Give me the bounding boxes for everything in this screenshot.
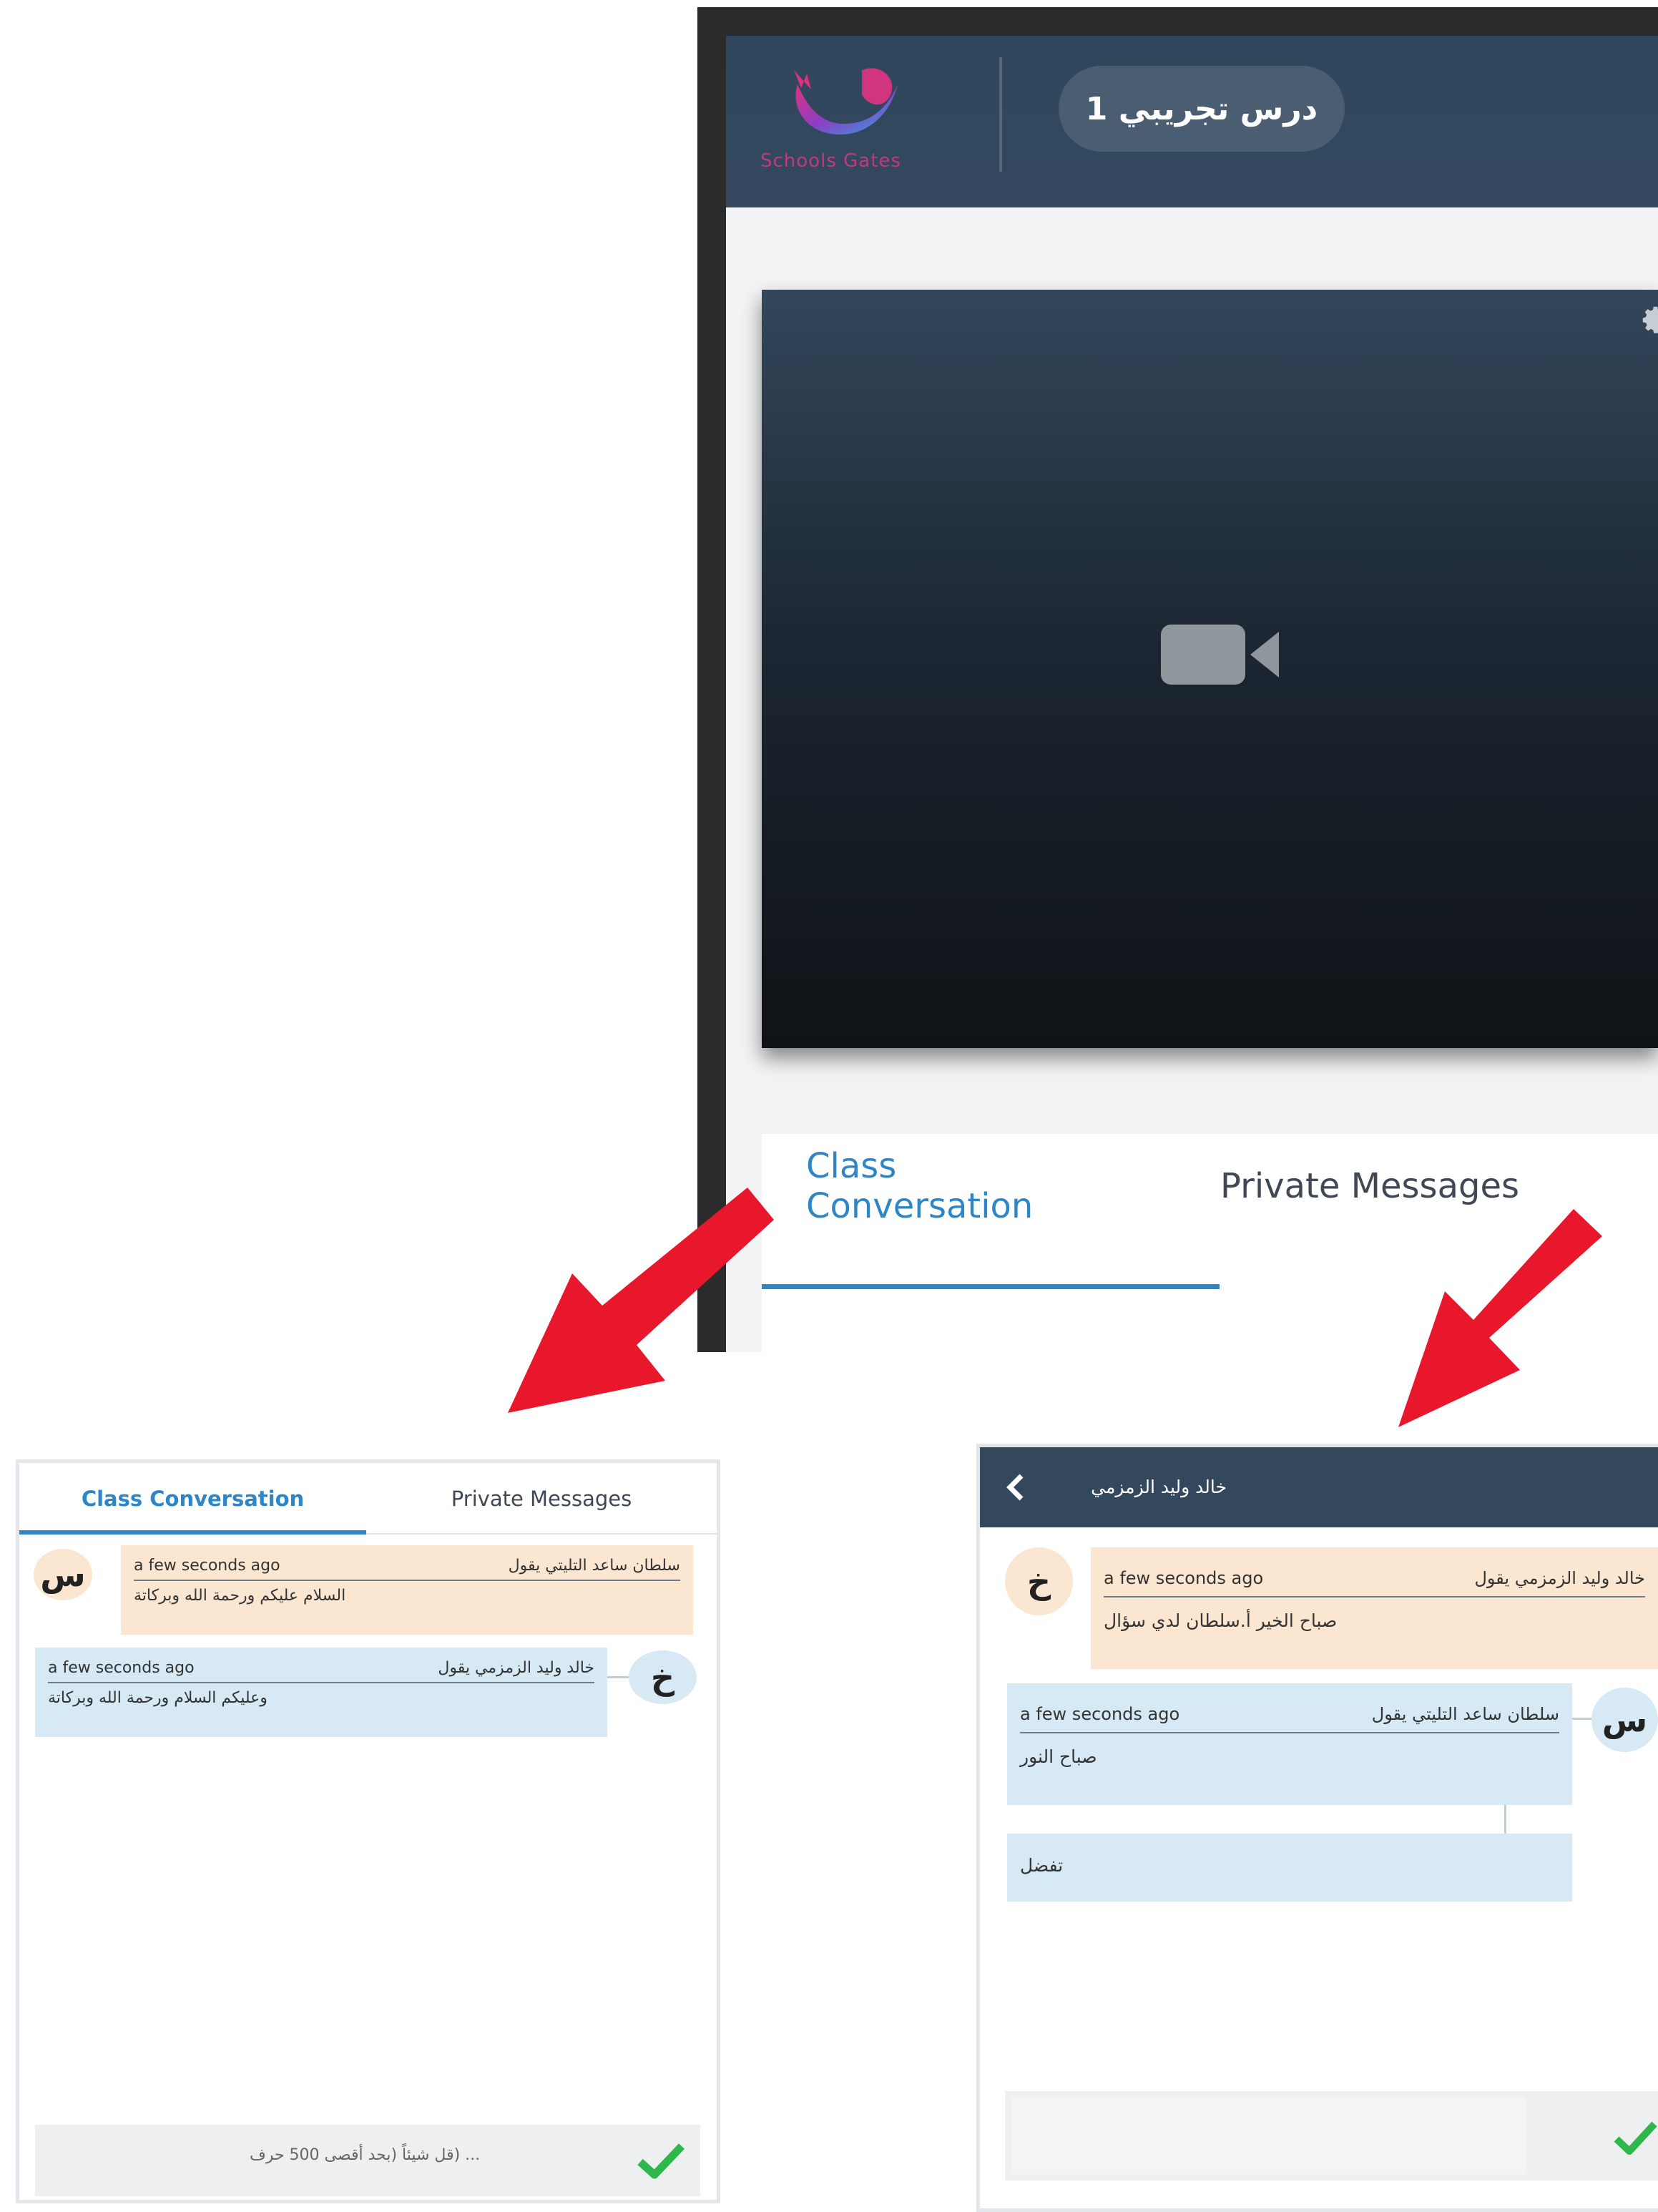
main-tabs-bar: Class Conversation Private Messages xyxy=(762,1134,1658,1352)
input-placeholder: ... (قل شيئاً (بحد أقصى 500 حرف xyxy=(250,2146,481,2164)
message-input[interactable]: ... (قل شيئاً (بحد أقصى 500 حرف xyxy=(35,2125,700,2196)
send-check-icon[interactable] xyxy=(1613,2118,1658,2158)
avatar: س xyxy=(34,1549,92,1600)
chat-message: a few seconds ago خالد وليد الزمزمي يقول… xyxy=(1091,1547,1658,1669)
message-time: a few seconds ago xyxy=(48,1658,195,1677)
message-connector xyxy=(1504,1805,1506,1834)
gear-icon[interactable] xyxy=(1640,304,1658,336)
app-header: Schools Gates درس تجريبي 1 xyxy=(726,36,1658,207)
conversation-title: خالد وليد الزمزمي xyxy=(1091,1476,1227,1497)
message-text: صباح النور xyxy=(1020,1746,1097,1767)
message-connector xyxy=(1572,1718,1594,1720)
tab-private-messages[interactable]: Private Messages xyxy=(1220,1155,1520,1216)
chat-message: تفضل xyxy=(1007,1834,1572,1902)
video-player[interactable] xyxy=(762,290,1658,1048)
video-camera-icon xyxy=(1161,619,1282,690)
chat-message: a few seconds ago سلطان ساعد التليتي يقو… xyxy=(121,1545,693,1635)
message-input[interactable] xyxy=(1011,2097,1526,2174)
logo-text: Schools Gates xyxy=(760,150,901,172)
app-window: Schools Gates درس تجريبي 1 Class Convers… xyxy=(726,36,1658,1352)
private-messages-panel: خالد وليد الزمزمي خ a few seconds ago خا… xyxy=(976,1444,1658,2212)
tab-class-conversation[interactable]: Class Conversation xyxy=(806,1146,1114,1226)
message-input-bar xyxy=(1005,2091,1658,2181)
tab-private-messages[interactable]: Private Messages xyxy=(366,1463,717,1535)
avatar: س xyxy=(1591,1688,1658,1752)
send-check-icon[interactable] xyxy=(636,2140,686,2181)
message-text: تفضل xyxy=(1020,1855,1064,1876)
panel-tabs: Class Conversation Private Messages xyxy=(19,1463,717,1535)
tab-class-conversation[interactable]: Class Conversation xyxy=(19,1463,366,1535)
active-tab-indicator xyxy=(762,1284,1220,1289)
message-text: وعليكم السلام ورحمة الله وبركاتة xyxy=(48,1689,268,1707)
header-divider xyxy=(999,57,1002,172)
chevron-left-icon[interactable] xyxy=(1001,1472,1030,1503)
message-text: السلام عليكم ورحمة الله وبركاتة xyxy=(134,1587,346,1605)
message-sender: خالد وليد الزمزمي يقول xyxy=(1474,1568,1645,1588)
course-title-pill[interactable]: درس تجريبي 1 xyxy=(1059,66,1345,152)
avatar: خ xyxy=(1005,1547,1073,1615)
class-conversation-panel: Class Conversation Private Messages س a … xyxy=(16,1459,720,2203)
chat-message: a few seconds ago سلطان ساعد التليتي يقو… xyxy=(1007,1683,1572,1805)
active-tab-indicator xyxy=(19,1530,366,1535)
message-sender: سلطان ساعد التليتي يقول xyxy=(1371,1704,1559,1724)
chat-message: a few seconds ago خالد وليد الزمزمي يقول… xyxy=(35,1648,607,1737)
avatar: خ xyxy=(629,1650,697,1704)
message-time: a few seconds ago xyxy=(1104,1568,1264,1588)
message-time: a few seconds ago xyxy=(134,1556,280,1575)
message-sender: سلطان ساعد التليتي يقول xyxy=(508,1556,680,1575)
message-connector xyxy=(607,1676,630,1678)
conversation-header: خالد وليد الزمزمي xyxy=(980,1447,1658,1527)
message-sender: خالد وليد الزمزمي يقول xyxy=(438,1658,594,1677)
message-time: a few seconds ago xyxy=(1020,1704,1180,1724)
message-text: صباح الخير أ.سلطان لدي سؤال xyxy=(1104,1610,1338,1631)
